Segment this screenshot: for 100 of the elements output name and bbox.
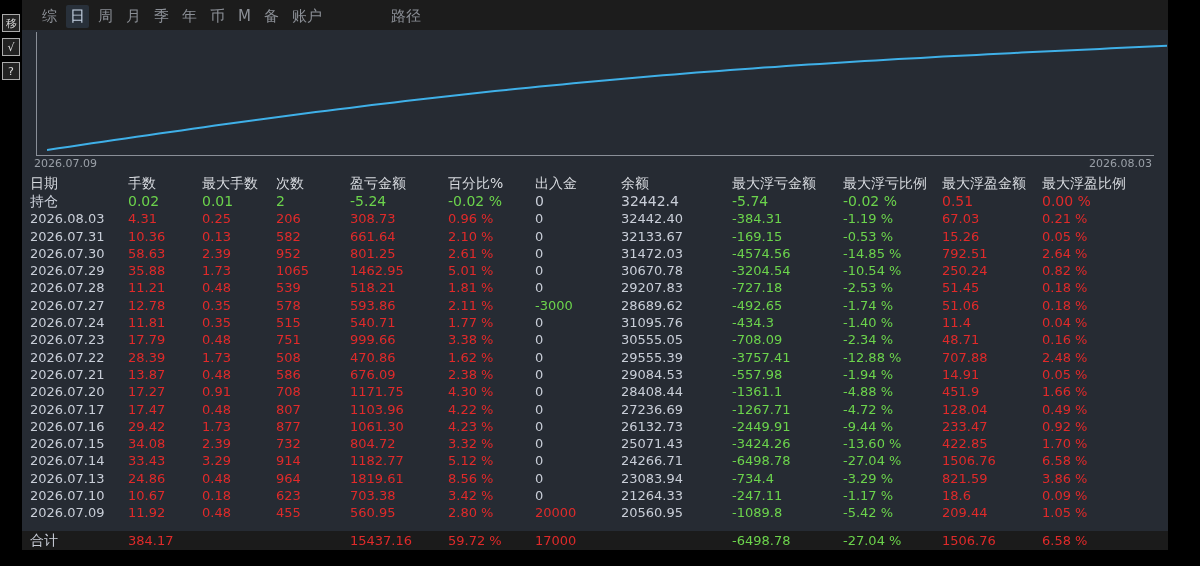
- period-tab[interactable]: 综: [38, 5, 61, 28]
- table-cell-text: -6498.78: [732, 531, 792, 550]
- table-cell-text: 58.63: [128, 244, 167, 263]
- table-cell-text: 2026.07.29: [30, 262, 106, 280]
- table-cell-text: 15.26: [942, 227, 981, 245]
- table-cell-text: -434.3: [732, 314, 775, 332]
- table-cell-text: 0.05 %: [1042, 227, 1089, 245]
- table-cell-text: 32442.40: [621, 210, 685, 228]
- period-tab[interactable]: 日: [66, 5, 89, 28]
- table-cell-text: 1.05 %: [1042, 504, 1089, 522]
- table-cell-text: 11.21: [128, 279, 167, 297]
- table-cell-text: 1.62 %: [448, 348, 495, 366]
- table-cell-text: 3.86 %: [1042, 469, 1089, 487]
- table-cell-text: 3.32 %: [448, 435, 495, 453]
- table-cell-text: 51.06: [942, 296, 981, 314]
- table-cell-text: 33.43: [128, 452, 167, 470]
- table-cell-text: -3204.54: [732, 262, 792, 280]
- table-cell-text: 2026.08.03: [30, 210, 106, 228]
- table-cell-text: 0.82 %: [1042, 262, 1089, 280]
- table-cell-text: 35.88: [128, 262, 167, 280]
- table-cell-text: 持仓: [30, 192, 59, 211]
- table-cell-text: 1.70 %: [1042, 435, 1089, 453]
- table-cell-text: 2026.07.16: [30, 417, 106, 436]
- table-cell-text: 422.85: [942, 435, 989, 453]
- table-cell-text: 2.38 %: [448, 365, 495, 384]
- table-cell-text: 29555.39: [621, 348, 685, 366]
- table-cell-text: 1506.76: [942, 452, 997, 470]
- table-cell-text: 2026.07.20: [30, 383, 106, 401]
- table-cell-text: 24266.71: [621, 452, 685, 470]
- table-cell-text: -27.04 %: [843, 452, 903, 470]
- period-tab[interactable]: 年: [178, 5, 201, 28]
- period-tab[interactable]: 月: [122, 5, 145, 28]
- table-cell-text: 2.39: [202, 435, 232, 453]
- table-cell-text: -3424.26: [732, 435, 792, 453]
- table-cell-text: 2.61 %: [448, 244, 495, 263]
- table-cell-text: 17.79: [128, 331, 167, 349]
- table-cell-text: 13.87: [128, 365, 167, 384]
- table-cell-text: 708: [276, 383, 302, 401]
- table-cell-text: 11.4: [942, 314, 972, 332]
- table-cell-text: 20560.95: [621, 504, 685, 522]
- table-cell-text: 1182.77: [350, 452, 405, 470]
- table-cell-text: 17000: [535, 531, 578, 550]
- table-cell-text: 21264.33: [621, 487, 685, 505]
- table-cell-text: 0: [535, 331, 545, 349]
- table-cell-text: -1.17 %: [843, 487, 895, 505]
- table-cell-text: 29207.83: [621, 279, 685, 297]
- table-cell-text: 2.64 %: [1042, 244, 1089, 263]
- table-cell-text: -3757.41: [732, 348, 792, 366]
- column-header: 最大浮盈比例: [1042, 173, 1127, 193]
- column-header: 百分比%: [448, 173, 505, 193]
- table-cell-text: 3.38 %: [448, 331, 495, 349]
- table-cell-text: 0.00 %: [1042, 192, 1092, 211]
- table-cell-text: 804.72: [350, 435, 397, 453]
- table-cell-text: 792.51: [942, 244, 989, 263]
- table-cell-text: 1.73: [202, 417, 232, 436]
- column-header: 次数: [276, 173, 305, 193]
- table-cell-text: 1.73: [202, 262, 232, 280]
- table-cell-text: 0: [535, 400, 545, 418]
- table-cell-text: -27.04 %: [843, 531, 903, 550]
- table-cell-text: 0.18 %: [1042, 279, 1089, 297]
- table-cell-text: 0: [535, 314, 545, 332]
- table-cell-text: -557.98: [732, 365, 784, 384]
- table-cell-text: 455: [276, 504, 302, 522]
- period-tab[interactable]: 季: [150, 5, 173, 28]
- table-cell-text: 0.35: [202, 296, 232, 314]
- table-cell-text: 14.91: [942, 365, 981, 384]
- path-tab[interactable]: 路径: [386, 5, 425, 28]
- table-cell-text: 451.9: [942, 383, 981, 401]
- table-cell-text: 877: [276, 417, 302, 436]
- table-cell-text: 29.42: [128, 417, 167, 436]
- table-cell-text: 32442.4: [621, 192, 680, 211]
- table-cell-text: 6.58 %: [1042, 452, 1089, 470]
- side-button[interactable]: 移: [2, 14, 20, 32]
- table-cell-text: 0: [535, 262, 545, 280]
- table-cell-text: -5.74: [732, 192, 770, 211]
- side-button[interactable]: √: [2, 38, 20, 56]
- table-cell-text: 4.31: [128, 210, 158, 228]
- period-tab[interactable]: 账户: [287, 5, 326, 28]
- table-cell-text: 209.44: [942, 504, 989, 522]
- table-cell-text: 593.86: [350, 296, 397, 314]
- table-cell-text: 2026.07.21: [30, 365, 106, 384]
- period-tab[interactable]: 备: [259, 5, 283, 28]
- table-cell-text: -384.31: [732, 210, 784, 228]
- side-button[interactable]: ?: [2, 62, 20, 80]
- table-cell-text: -13.60 %: [843, 435, 903, 453]
- table-cell-text: 578: [276, 296, 302, 314]
- table-cell-text: 4.22 %: [448, 400, 495, 418]
- column-header: 出入金: [535, 173, 578, 193]
- table-cell-text: 0.05 %: [1042, 365, 1089, 384]
- table-cell-text: 34.08: [128, 435, 167, 453]
- table-cell-text: 623: [276, 487, 302, 505]
- table-cell-text: 2026.07.30: [30, 244, 106, 263]
- period-tab[interactable]: M: [234, 5, 255, 28]
- column-header: 手数: [128, 173, 157, 193]
- table-cell-text: 0.09 %: [1042, 487, 1089, 505]
- table-cell-text: 0.18 %: [1042, 296, 1089, 314]
- period-tab[interactable]: 周: [94, 5, 117, 28]
- period-tab[interactable]: 币: [206, 5, 229, 28]
- table-cell-text: 8.56 %: [448, 469, 495, 487]
- table-cell-text: 661.64: [350, 227, 397, 245]
